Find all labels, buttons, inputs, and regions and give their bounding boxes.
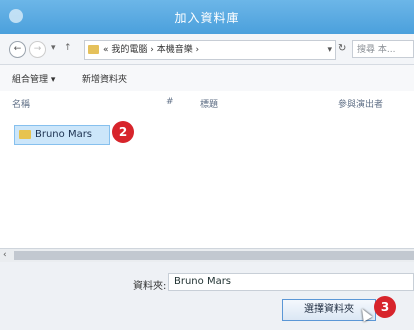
folder-icon — [88, 45, 99, 54]
folder-icon — [19, 130, 31, 139]
organize-button[interactable]: 組合管理 ▾ — [12, 72, 55, 85]
dialog-footer: 資料夾: Bruno Mars 選擇資料夾 3 — [0, 262, 414, 330]
address-row: ← → ▾ ↑ « 我的電腦 › 本機音樂 › ▾ ↻ 搜尋 本... — [0, 34, 414, 65]
search-input[interactable]: 搜尋 本... — [352, 40, 414, 58]
column-number[interactable]: # — [166, 97, 174, 107]
horizontal-scrollbar[interactable]: ‹ — [0, 248, 414, 262]
title-bar: 加入資料庫 — [0, 0, 414, 34]
chevron-down-icon[interactable]: ▾ — [327, 41, 332, 59]
folder-field[interactable]: Bruno Mars — [168, 273, 414, 291]
list-item[interactable]: Bruno Mars — [14, 125, 110, 145]
column-header: 名稱 # 標題 參與演出者 — [0, 91, 414, 114]
column-title[interactable]: 標題 — [200, 97, 218, 110]
address-bar[interactable]: « 我的電腦 › 本機音樂 › ▾ — [84, 40, 336, 60]
step-3-marker: 3 — [374, 296, 396, 318]
refresh-button[interactable]: ↻ — [338, 43, 346, 54]
folder-name: Bruno Mars — [35, 129, 93, 140]
window-title: 加入資料庫 — [174, 11, 240, 25]
scroll-left-icon[interactable]: ‹ — [3, 250, 7, 260]
back-button[interactable]: ← — [9, 41, 26, 58]
forward-button[interactable]: → — [29, 41, 46, 58]
folder-field-label: 資料夾: — [133, 281, 167, 292]
up-folder-button[interactable]: ↑ — [64, 43, 72, 53]
step-2-marker: 2 — [112, 121, 134, 143]
scrollbar-thumb[interactable] — [14, 251, 414, 260]
command-bar: 組合管理 ▾ 新增資料夾 — [0, 65, 414, 91]
breadcrumb[interactable]: « 我的電腦 › 本機音樂 › — [103, 41, 199, 59]
file-list: Bruno Mars 2 — [0, 113, 414, 248]
recent-locations-icon[interactable]: ▾ — [51, 43, 56, 53]
column-artists[interactable]: 參與演出者 — [338, 97, 383, 110]
column-name[interactable]: 名稱 — [12, 97, 30, 110]
new-folder-button[interactable]: 新增資料夾 — [82, 72, 127, 85]
